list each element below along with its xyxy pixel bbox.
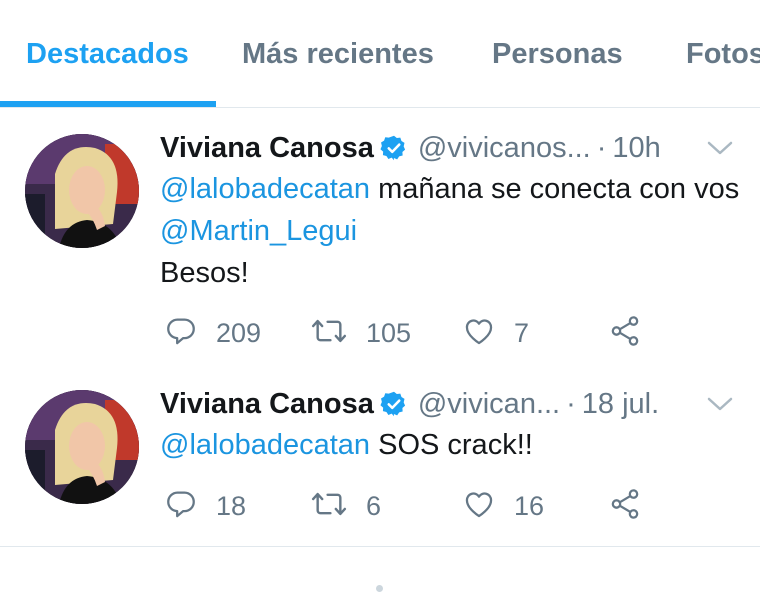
active-tab-indicator xyxy=(0,101,216,107)
separator-dot: · xyxy=(596,131,607,164)
reply-count: 18 xyxy=(216,490,247,521)
share-icon xyxy=(608,314,642,353)
verified-icon xyxy=(380,390,408,418)
like-count: 16 xyxy=(514,490,545,521)
tab-mas-recientes[interactable]: Más recientes xyxy=(242,38,434,71)
user-name[interactable]: Viviana Canosa xyxy=(160,388,374,421)
tweet-header: Viviana Canosa @vivicanos... · 10h xyxy=(160,128,661,168)
tweet-time[interactable]: 10h xyxy=(612,132,660,165)
avatar[interactable] xyxy=(25,390,139,504)
reply-button[interactable]: 209 xyxy=(164,313,261,353)
tweet-time[interactable]: 18 jul. xyxy=(582,388,659,421)
loading-indicator xyxy=(376,585,383,592)
reply-icon xyxy=(164,314,198,353)
search-tabs: Destacados Más recientes Personas Fotos xyxy=(0,0,760,108)
reply-count: 209 xyxy=(216,317,262,348)
chevron-down-icon[interactable] xyxy=(706,394,734,414)
tweet-actions: 209 105 7 xyxy=(160,313,660,353)
tweet[interactable]: Viviana Canosa @vivicanos... · 10h @lalo… xyxy=(0,108,760,368)
tweet-text-segment: mañana se conecta con vos xyxy=(370,173,740,205)
retweet-icon xyxy=(310,487,348,526)
timeline-divider xyxy=(0,546,760,547)
retweet-count: 105 xyxy=(366,317,412,348)
chevron-down-icon[interactable] xyxy=(706,138,734,158)
tab-destacados[interactable]: Destacados xyxy=(26,38,189,71)
tweet-text: @lalobadecatan SOS crack!! xyxy=(160,424,750,466)
tweet-text-segment: Besos! xyxy=(160,257,249,289)
tweet-header: Viviana Canosa @vivican... · 18 jul. xyxy=(160,384,659,424)
tweet[interactable]: Viviana Canosa @vivican... · 18 jul. @la… xyxy=(0,368,760,546)
share-icon xyxy=(608,487,642,526)
like-icon xyxy=(462,314,496,353)
retweet-count: 6 xyxy=(366,490,382,521)
verified-icon xyxy=(380,134,408,162)
tab-personas[interactable]: Personas xyxy=(492,38,623,71)
like-icon xyxy=(462,487,496,526)
reply-button[interactable]: 18 xyxy=(164,486,246,526)
user-handle[interactable]: @vivican... xyxy=(418,388,560,421)
separator-dot: · xyxy=(566,387,576,420)
mention-link[interactable]: @lalobadecatan xyxy=(160,429,370,461)
tweet-actions: 18 6 16 xyxy=(160,486,660,526)
retweet-icon xyxy=(310,314,348,353)
avatar[interactable] xyxy=(25,134,139,248)
like-count: 7 xyxy=(514,317,530,348)
like-button[interactable]: 7 xyxy=(462,313,529,353)
retweet-button[interactable]: 6 xyxy=(310,486,381,526)
share-button[interactable] xyxy=(608,486,642,526)
tab-fotos[interactable]: Fotos xyxy=(686,38,760,71)
mention-link[interactable]: @lalobadecatan xyxy=(160,173,370,205)
tweet-text-segment: SOS crack!! xyxy=(370,429,533,461)
user-handle[interactable]: @vivicanos... xyxy=(418,132,591,165)
mention-link[interactable]: @Martin_Legui xyxy=(160,215,357,247)
retweet-button[interactable]: 105 xyxy=(310,313,411,353)
share-button[interactable] xyxy=(608,313,642,353)
tweet-text: @lalobadecatan mañana se conecta con vos… xyxy=(160,168,750,294)
like-button[interactable]: 16 xyxy=(462,486,544,526)
reply-icon xyxy=(164,487,198,526)
user-name[interactable]: Viviana Canosa xyxy=(160,132,374,165)
